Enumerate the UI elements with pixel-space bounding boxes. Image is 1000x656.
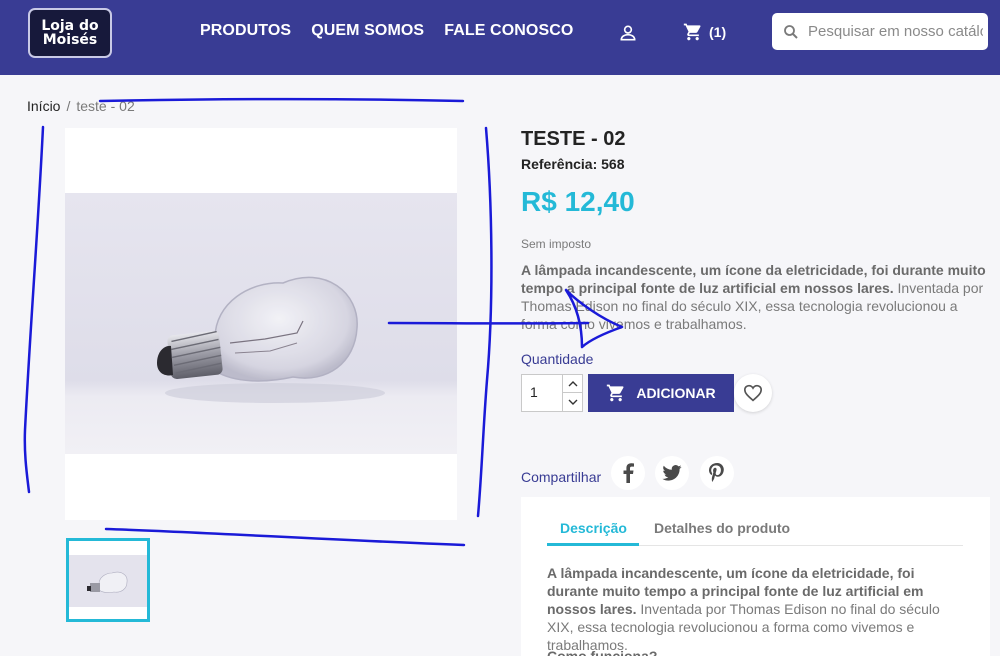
quantity-stepper xyxy=(521,374,583,412)
twitter-icon xyxy=(662,465,682,481)
add-to-cart-button[interactable]: ADICIONAR xyxy=(588,374,734,412)
chevron-down-icon xyxy=(568,399,577,405)
add-to-cart-label: ADICIONAR xyxy=(636,385,716,401)
breadcrumb: Início / teste - 02 xyxy=(27,98,135,114)
product-short-description: A lâmpada incandescente, um ícone da ele… xyxy=(521,261,989,333)
quantity-input[interactable] xyxy=(530,384,558,400)
annotation-stroke-bottom xyxy=(104,527,466,547)
cart-button[interactable]: (1) xyxy=(683,22,726,42)
quantity-label: Quantidade xyxy=(521,351,594,367)
search-icon[interactable] xyxy=(782,23,800,41)
facebook-share-button[interactable] xyxy=(611,456,645,490)
tab-subheading: Como funciona? xyxy=(547,648,658,656)
nav-fale-conosco[interactable]: FALE CONOSCO xyxy=(444,22,573,40)
product-main-image[interactable] xyxy=(65,128,457,520)
nav-quem-somos[interactable]: QUEM SOMOS xyxy=(311,22,424,40)
pinterest-icon xyxy=(709,463,724,482)
quantity-decrease-button[interactable] xyxy=(562,393,582,411)
tab-description-content: A lâmpada incandescente, um ícone da ele… xyxy=(547,564,967,654)
breadcrumb-home[interactable]: Início xyxy=(27,98,60,114)
annotation-stroke-top xyxy=(98,97,465,103)
annotation-stroke-right xyxy=(476,126,493,518)
light-bulb-thumb xyxy=(69,555,147,607)
site-header: Loja do Moisés PRODUTOS QUEM SOMOS FALE … xyxy=(0,0,1000,75)
logo-line-2: Moisés xyxy=(42,32,98,48)
cart-count: (1) xyxy=(709,24,727,40)
product-title: TESTE - 02 xyxy=(521,128,626,150)
store-logo[interactable]: Loja do Moisés xyxy=(28,8,112,58)
facebook-icon xyxy=(623,463,634,483)
user-icon[interactable] xyxy=(618,23,638,43)
chevron-up-icon xyxy=(568,380,577,386)
product-reference: Referência: 568 xyxy=(521,156,625,172)
quantity-increase-button[interactable] xyxy=(562,375,582,393)
product-price: R$ 12,40 xyxy=(521,186,635,217)
heart-icon xyxy=(743,384,763,402)
tab-description[interactable]: Descrição xyxy=(560,520,627,536)
pinterest-share-button[interactable] xyxy=(700,456,734,490)
share-label: Compartilhar xyxy=(521,469,602,485)
search-input[interactable] xyxy=(808,23,983,40)
annotation-stroke-left xyxy=(23,125,45,494)
tax-note: Sem imposto xyxy=(521,237,592,251)
tab-product-details[interactable]: Detalhes do produto xyxy=(654,520,790,536)
product-thumbnail[interactable] xyxy=(66,538,150,622)
active-tab-indicator xyxy=(547,543,639,546)
main-nav: PRODUTOS QUEM SOMOS FALE CONOSCO xyxy=(200,22,573,40)
cart-icon xyxy=(683,23,701,41)
wishlist-button[interactable] xyxy=(734,374,772,412)
nav-produtos[interactable]: PRODUTOS xyxy=(200,22,291,40)
cart-icon xyxy=(607,384,624,402)
breadcrumb-current: teste - 02 xyxy=(76,98,135,114)
twitter-share-button[interactable] xyxy=(655,456,689,490)
light-bulb-photo xyxy=(65,193,457,454)
product-tabs: Descrição Detalhes do produto A lâmpada … xyxy=(521,497,990,656)
search-box[interactable] xyxy=(772,13,988,50)
logo-line-1: Loja do xyxy=(41,18,99,34)
breadcrumb-separator: / xyxy=(66,98,71,114)
